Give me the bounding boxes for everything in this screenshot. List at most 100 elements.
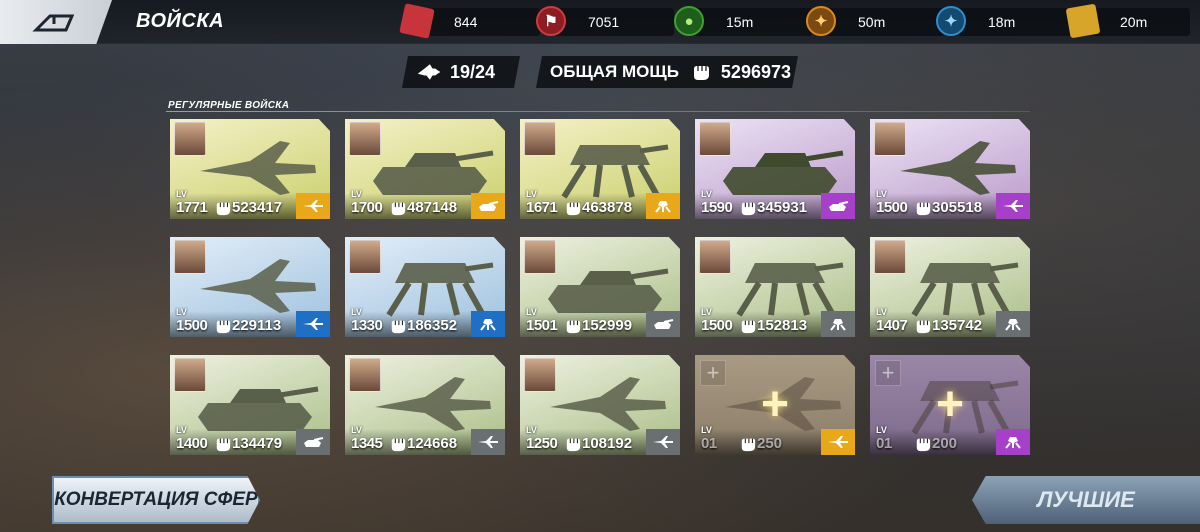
type-badge — [646, 429, 680, 455]
blue-emblem-icon: ✦ — [936, 6, 966, 36]
troop-card[interactable]: LV 1671 463878 — [520, 119, 680, 219]
troop-card[interactable]: LV 1500 305518 — [870, 119, 1030, 219]
section-divider — [166, 111, 1030, 112]
resource-2[interactable]: ⚑ 7051 — [536, 6, 674, 36]
mech-type-icon — [1005, 437, 1021, 449]
commander-avatar — [174, 358, 206, 392]
type-badge — [296, 311, 330, 337]
resource-5[interactable]: ✦ 18m — [936, 6, 1074, 36]
level-tag: LV — [176, 425, 187, 435]
type-badge — [296, 193, 330, 219]
total-power-value: 5296973 — [720, 61, 791, 82]
troop-card[interactable]: LV 1590 345931 — [695, 119, 855, 219]
type-badge — [821, 429, 855, 455]
troop-level: 1330 — [351, 317, 383, 334]
power-fist-icon — [916, 202, 931, 216]
add-troop-icon: + — [935, 378, 965, 431]
troop-card[interactable]: LV 1700 487148 — [345, 119, 505, 219]
convert-spheres-button[interactable]: КОНВЕРТАЦИЯ СФЕР — [52, 476, 260, 524]
troop-card[interactable]: LV 1407 135742 — [870, 237, 1030, 337]
aircraft-unit-icon — [900, 141, 1016, 195]
troop-power: 345931 — [757, 199, 808, 216]
back-arrow-icon — [32, 14, 75, 32]
troops-icon — [416, 63, 442, 81]
empty-troop-slot[interactable]: + + LV 01 250 — [695, 355, 855, 455]
red-emblem-icon: ⚑ — [536, 6, 566, 36]
tank-type-icon — [654, 319, 674, 329]
type-badge — [471, 429, 505, 455]
power-fist-icon — [391, 320, 406, 334]
troop-power: 305518 — [932, 199, 983, 216]
type-badge — [471, 311, 505, 337]
resource-3[interactable]: ● 15m — [674, 6, 812, 36]
troop-level: 1501 — [526, 317, 558, 334]
troop-level: 1407 — [876, 317, 908, 334]
aircraft-type-icon — [653, 436, 673, 448]
commander-avatar — [524, 358, 556, 392]
troop-card[interactable]: LV 1500 152813 — [695, 237, 855, 337]
level-tag: LV — [351, 189, 362, 199]
troop-card[interactable]: LV 1500 229113 — [170, 237, 330, 337]
commander-avatar — [524, 122, 556, 156]
power-fist-icon — [916, 438, 931, 452]
troop-card[interactable]: LV 1250 108192 — [520, 355, 680, 455]
aircraft-type-icon — [303, 318, 323, 330]
aircraft-unit-icon — [200, 259, 316, 313]
best-button[interactable]: ЛУЧШИЕ — [972, 476, 1200, 524]
power-fist-icon — [391, 202, 406, 216]
troop-card[interactable]: LV 1400 134479 — [170, 355, 330, 455]
troop-power: 134479 — [232, 435, 283, 452]
troop-power: 229113 — [232, 317, 282, 334]
resource-value: 18m — [988, 14, 1016, 30]
troop-card[interactable]: LV 1330 186352 — [345, 237, 505, 337]
type-badge — [821, 311, 855, 337]
level-tag: LV — [176, 189, 187, 199]
troop-power: 250 — [757, 435, 783, 452]
add-troop-icon: + — [760, 378, 790, 431]
top-bar: ВОЙСКА 844 ⚑ 7051 ● 15m ✦ 50m ✦ 18m 20m — [0, 0, 1200, 44]
troop-power: 108192 — [582, 435, 633, 452]
aircraft-type-icon — [303, 200, 323, 212]
empty-troop-slot[interactable]: + + LV 01 200 — [870, 355, 1030, 455]
red-cube-icon — [399, 3, 435, 39]
tank-unit-icon — [723, 150, 844, 195]
resource-value: 15m — [726, 14, 754, 30]
power-fist-icon — [566, 438, 581, 452]
troop-power: 152813 — [757, 317, 808, 334]
power-fist-icon — [916, 320, 931, 334]
troop-card[interactable]: LV 1501 152999 — [520, 237, 680, 337]
commander-avatar — [699, 122, 731, 156]
level-tag: LV — [526, 425, 537, 435]
tank-unit-icon — [198, 386, 319, 431]
commander-avatar — [699, 240, 731, 274]
resource-1[interactable]: 844 — [399, 3, 540, 39]
back-button[interactable] — [0, 0, 112, 44]
mech-type-icon — [480, 319, 496, 331]
troop-level: 1700 — [351, 199, 383, 216]
resource-6[interactable]: 20m — [1065, 3, 1190, 39]
orange-emblem-icon: ✦ — [806, 6, 836, 36]
level-tag: LV — [701, 425, 712, 435]
commander-avatar — [174, 240, 206, 274]
aircraft-type-icon — [1003, 200, 1023, 212]
tank-type-icon — [479, 201, 499, 211]
power-fist-icon — [391, 438, 406, 452]
troop-count: 19/24 — [450, 61, 496, 82]
troop-card[interactable]: LV 1771 523417 — [170, 119, 330, 219]
troop-power: 135742 — [932, 317, 983, 334]
power-fist-icon — [216, 438, 231, 452]
aircraft-type-icon — [478, 436, 498, 448]
troop-card[interactable]: LV 1345 124668 — [345, 355, 505, 455]
troop-level: 1500 — [176, 317, 208, 334]
tank-type-icon — [304, 437, 324, 447]
troop-power: 200 — [932, 435, 958, 452]
type-badge — [296, 429, 330, 455]
green-orb-icon: ● — [674, 6, 704, 36]
type-badge — [471, 193, 505, 219]
resource-4[interactable]: ✦ 50m — [806, 6, 944, 36]
type-badge — [821, 193, 855, 219]
commander-avatar — [349, 240, 381, 274]
commander-avatar — [349, 358, 381, 392]
troop-level: 1500 — [876, 199, 908, 216]
troop-power: 523417 — [232, 199, 283, 216]
